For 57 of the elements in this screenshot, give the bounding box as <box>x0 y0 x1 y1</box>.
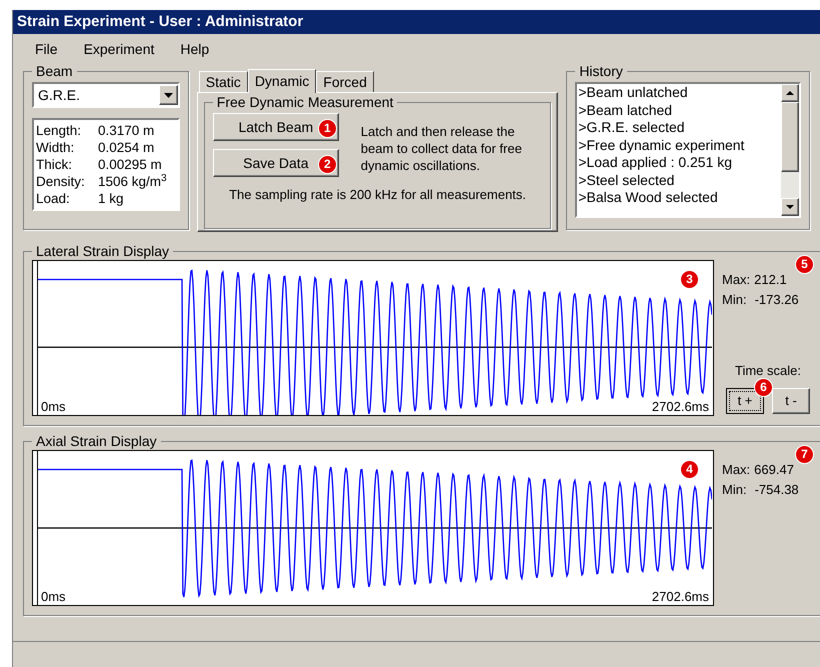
sampling-note: The sampling rate is 200 kHz for all measurements. <box>228 186 528 204</box>
instructions-text: Latch and then release the beam to collect data for free dynamic oscillations. <box>360 123 523 175</box>
number-marker: 5 <box>795 254 814 274</box>
number-marker: 7 <box>795 444 814 464</box>
property-name: Load: <box>36 190 71 207</box>
number-marker: 3 <box>680 270 699 288</box>
history-entry: >Beam unlatched <box>578 84 689 102</box>
history-entry: >G.R.E. selected <box>578 119 686 136</box>
max-value: 669.47 <box>754 461 794 479</box>
property-name: Length: <box>36 122 82 139</box>
group-label: History <box>578 64 624 78</box>
property-value: 1 kg <box>98 190 124 207</box>
menu-item[interactable]: File <box>35 38 58 60</box>
time-end-label: 2702.6ms <box>652 588 709 605</box>
min-value: -173.26 <box>754 290 799 308</box>
history-entry: >Free dynamic experiment <box>578 136 746 154</box>
history-entry: >Balsa Wood selected <box>578 189 719 206</box>
scrollbar[interactable] <box>781 84 799 216</box>
history-entry: >Beam latched <box>578 102 674 119</box>
tab[interactable]: Dynamic <box>248 69 316 93</box>
property-name: Density: <box>36 173 86 190</box>
material-dropdown[interactable]: G.R.E. <box>32 82 180 108</box>
caret-icon <box>164 92 173 98</box>
dropdown-arrow-button[interactable] <box>158 85 178 105</box>
time-start-label: 0ms <box>41 398 66 415</box>
group-label: Free Dynamic Measurement <box>216 95 394 109</box>
material-value: G.R.E. <box>37 86 80 104</box>
tab[interactable]: Forced <box>316 71 374 92</box>
group-label: Axial Strain Display <box>35 434 158 448</box>
property-name: Width: <box>36 139 76 156</box>
history-entry: >Load applied : 0.251 kg <box>578 154 734 172</box>
max-label: Max: <box>722 461 750 479</box>
menu-item[interactable]: Help <box>180 38 210 60</box>
scroll-up-icon <box>786 91 794 95</box>
number-marker: 4 <box>680 460 699 478</box>
max-label: Max: <box>722 271 750 289</box>
history-entry: >Steel selected <box>578 172 676 189</box>
property-name: Thick: <box>36 156 74 173</box>
group-label: Beam <box>35 64 74 78</box>
time-start-label: 0ms <box>41 588 66 605</box>
min-label: Min: <box>722 290 747 308</box>
min-label: Min: <box>722 480 747 498</box>
time-end-label: 2702.6ms <box>652 398 709 415</box>
window-title: Strain Experiment - User : Administrator <box>17 12 304 32</box>
max-value: 212.1 <box>754 271 787 289</box>
group-label: Lateral Strain Display <box>35 244 170 258</box>
property-value: 0.0254 m <box>98 139 154 156</box>
min-value: -754.38 <box>754 480 799 498</box>
scroll-down-icon <box>786 205 794 209</box>
time-scale-label: Time scale: <box>735 362 801 380</box>
property-value: 0.3170 m <box>98 122 154 139</box>
tab[interactable]: Static <box>198 71 248 92</box>
property-value: 0.00295 m <box>98 156 162 173</box>
number-marker: 6 <box>754 378 773 396</box>
property-value: 1506 kg/m$^{3}$ <box>98 173 167 190</box>
menu-item[interactable]: Experiment <box>84 38 154 60</box>
time-scale-button[interactable]: t - <box>772 388 810 414</box>
